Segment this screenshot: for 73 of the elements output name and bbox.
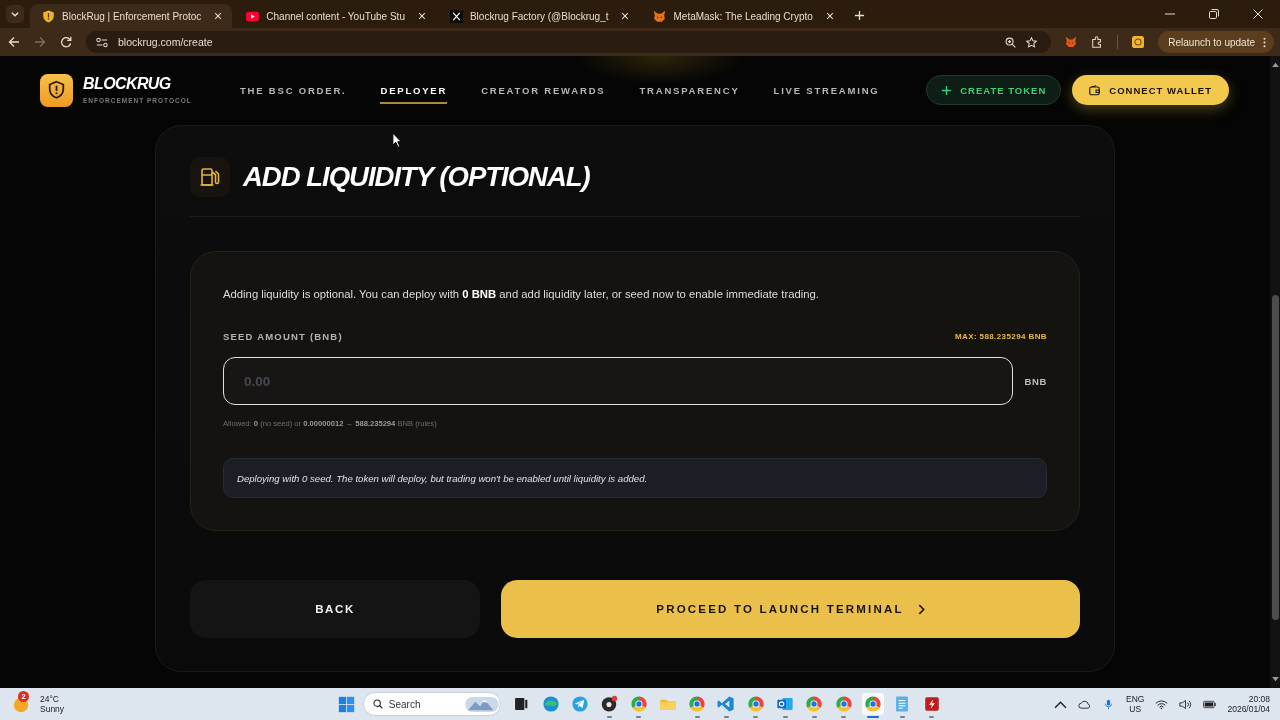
cloud-icon[interactable]	[1078, 698, 1092, 710]
max-amount-link[interactable]: MAX: 588.235294 BNB	[954, 331, 1047, 341]
menu-icon[interactable]	[1263, 36, 1266, 48]
browser-tab[interactable]: Blockrug Factory (@Blockrug_t	[437, 4, 640, 28]
restore-icon[interactable]	[1209, 9, 1219, 19]
back-button[interactable]: BACK	[190, 580, 480, 638]
fox-icon[interactable]	[1065, 36, 1078, 48]
battery-icon[interactable]	[1203, 698, 1217, 710]
language-text[interactable]: ENG	[1126, 694, 1145, 704]
new-tab-icon[interactable]	[853, 10, 865, 21]
connect-wallet-button[interactable]: CONNECT WALLET	[1072, 75, 1229, 105]
extension-icon[interactable]	[1132, 36, 1145, 48]
fox-icon	[653, 9, 667, 23]
notice-text: Deploying with 0 seed. The token will deploy, but trading won't be enabled until liquidity is added.	[237, 472, 648, 484]
windows-start-icon[interactable]	[337, 695, 355, 713]
logo-title: BLOCKRUG	[83, 75, 172, 93]
tab-list-icon[interactable]	[6, 5, 24, 23]
play-icon	[246, 9, 260, 23]
date-text[interactable]: 2026/01/04	[1227, 704, 1270, 714]
nav-link[interactable]: CREATOR REWARDS	[481, 76, 606, 104]
shield-icon	[42, 9, 55, 23]
forward-arrow-icon[interactable]	[34, 36, 46, 48]
region-text[interactable]: US	[1129, 704, 1142, 714]
back-arrow-icon[interactable]	[8, 36, 20, 48]
puzzle-icon[interactable]	[1091, 36, 1104, 48]
wallet-icon	[1089, 84, 1101, 96]
site-settings-icon[interactable]	[96, 36, 108, 48]
shield-logo-icon[interactable]	[40, 73, 73, 107]
browser-tab[interactable]: Channel content - YouTube Stu	[234, 4, 436, 28]
weather-condition-text: Sunny	[40, 704, 65, 714]
search-icon	[372, 699, 383, 709]
wifi-icon[interactable]	[1155, 698, 1169, 710]
close-icon[interactable]	[1253, 9, 1263, 19]
scroll-up-arrow-icon[interactable]	[1271, 62, 1279, 67]
speaker-icon[interactable]	[1179, 698, 1193, 710]
intro-text: Adding liquidity is optional. You can deploy with 0 BNB and add liquidity later, or seed now to enable immediate trading.	[223, 287, 820, 302]
unit-label: BNB	[1023, 375, 1047, 387]
x-letter-icon	[449, 9, 463, 23]
taskbar-search-bar[interactable]: Search	[362, 692, 501, 716]
close-icon[interactable]	[417, 12, 426, 20]
seed-amount-field[interactable]: 0.00	[223, 357, 1013, 405]
browser-tab[interactable]: BlockRug | Enforcement Protoc	[30, 4, 233, 28]
section-title: ADD LIQUIDITY (OPTIONAL)	[243, 161, 590, 193]
temperature-text: 24°C	[40, 694, 60, 704]
search-input[interactable]: Search	[388, 698, 459, 710]
browser-tab[interactable]: MetaMask: The Leading Crypto	[641, 4, 844, 28]
nav-link[interactable]: DEPLOYER	[380, 76, 448, 104]
nav-link[interactable]: TRANSPARENCY	[639, 76, 740, 104]
create-token-button[interactable]: CREATE TOKEN	[926, 75, 1062, 105]
scrollbar-track[interactable]	[1270, 56, 1280, 688]
fuel-pump-icon	[190, 157, 230, 197]
time-text[interactable]: 20:08	[1248, 694, 1270, 704]
close-icon[interactable]	[214, 12, 223, 20]
browser-icon[interactable]	[861, 693, 884, 715]
seed-amount-label: SEED AMOUNT (BNB)	[223, 330, 343, 342]
proceed-button[interactable]: PROCEED TO LAUNCH TERMINAL	[501, 580, 1080, 638]
plus-icon	[941, 84, 953, 96]
close-icon[interactable]	[825, 12, 834, 20]
nav-link[interactable]: THE BSC ORDER.	[240, 76, 347, 104]
mountain-drawing	[464, 696, 499, 712]
relaunch-button[interactable]: Relaunch to update	[1158, 31, 1274, 53]
address-bar[interactable]: blockrug.com/create	[86, 31, 1052, 53]
paper-plane-icon[interactable]	[569, 693, 591, 715]
scroll-down-arrow-icon[interactable]	[1271, 677, 1279, 682]
nav-link[interactable]: LIVE STREAMING	[773, 76, 880, 104]
reload-icon[interactable]	[60, 36, 72, 48]
chevron-up-icon[interactable]	[1054, 698, 1068, 710]
mouse-pointer-icon	[392, 132, 403, 149]
close-icon[interactable]	[621, 12, 630, 20]
chevron-right-icon	[917, 603, 925, 615]
scrollbar-thumb[interactable]	[1271, 295, 1279, 620]
zoom-icon[interactable]	[1005, 36, 1017, 48]
star-icon[interactable]	[1026, 36, 1038, 48]
